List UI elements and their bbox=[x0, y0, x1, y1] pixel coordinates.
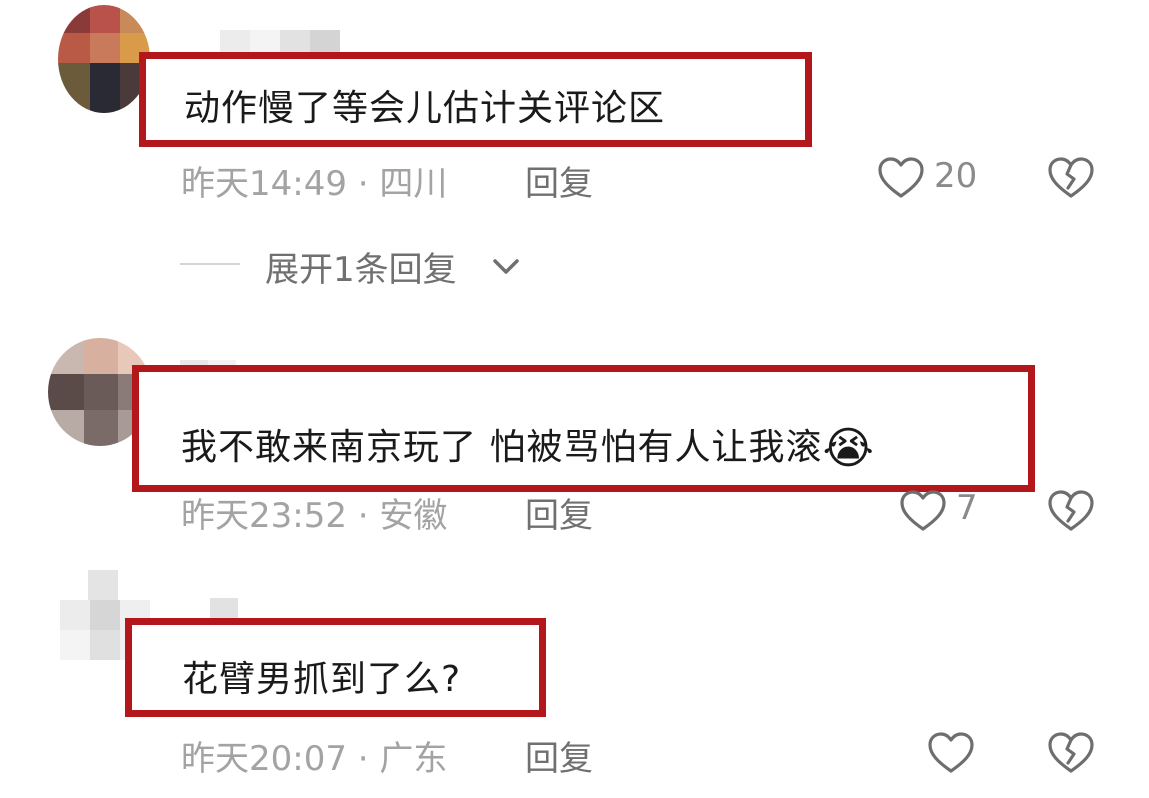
broken-heart-icon[interactable] bbox=[1048, 157, 1094, 199]
comment-text: 花臂男抓到了么? bbox=[182, 659, 462, 700]
like-count: 20 bbox=[934, 156, 978, 196]
comment-text: 我不敢来南京玩了 怕被骂怕有人让我滚😭 bbox=[181, 418, 875, 474]
username-blurred[interactable] bbox=[180, 30, 340, 54]
heart-outline-icon[interactable] bbox=[878, 157, 924, 199]
comment-timestamp-location: 昨天14:49 · 四川 bbox=[181, 164, 448, 204]
comment-text: 动作慢了等会儿估计关评论区 bbox=[184, 88, 666, 129]
reply-button[interactable]: 回复 bbox=[525, 156, 593, 205]
crying-face-emoji-icon: 😭 bbox=[822, 423, 875, 474]
broken-heart-icon[interactable] bbox=[1048, 490, 1094, 532]
chevron-down-icon[interactable] bbox=[492, 257, 520, 277]
heart-outline-icon[interactable] bbox=[928, 732, 974, 774]
comment-highlight-box: 花臂男抓到了么? bbox=[125, 618, 546, 717]
expand-replies-button[interactable]: 展开1条回复 bbox=[265, 242, 457, 291]
reply-button[interactable]: 回复 bbox=[525, 488, 593, 537]
reply-button[interactable]: 回复 bbox=[525, 731, 593, 780]
broken-heart-icon[interactable] bbox=[1048, 732, 1094, 774]
like-count: 7 bbox=[956, 488, 978, 528]
expand-divider bbox=[180, 263, 240, 265]
comment-highlight-box: 我不敢来南京玩了 怕被骂怕有人让我滚😭 bbox=[132, 365, 1035, 492]
comment-highlight-box: 动作慢了等会儿估计关评论区 bbox=[139, 52, 812, 147]
avatar[interactable] bbox=[58, 5, 150, 113]
heart-outline-icon[interactable] bbox=[900, 490, 946, 532]
comment-timestamp-location: 昨天20:07 · 广东 bbox=[181, 739, 448, 779]
comment-text-body: 我不敢来南京玩了 怕被骂怕有人让我滚 bbox=[181, 427, 823, 468]
comment-timestamp-location: 昨天23:52 · 安徽 bbox=[181, 496, 448, 536]
